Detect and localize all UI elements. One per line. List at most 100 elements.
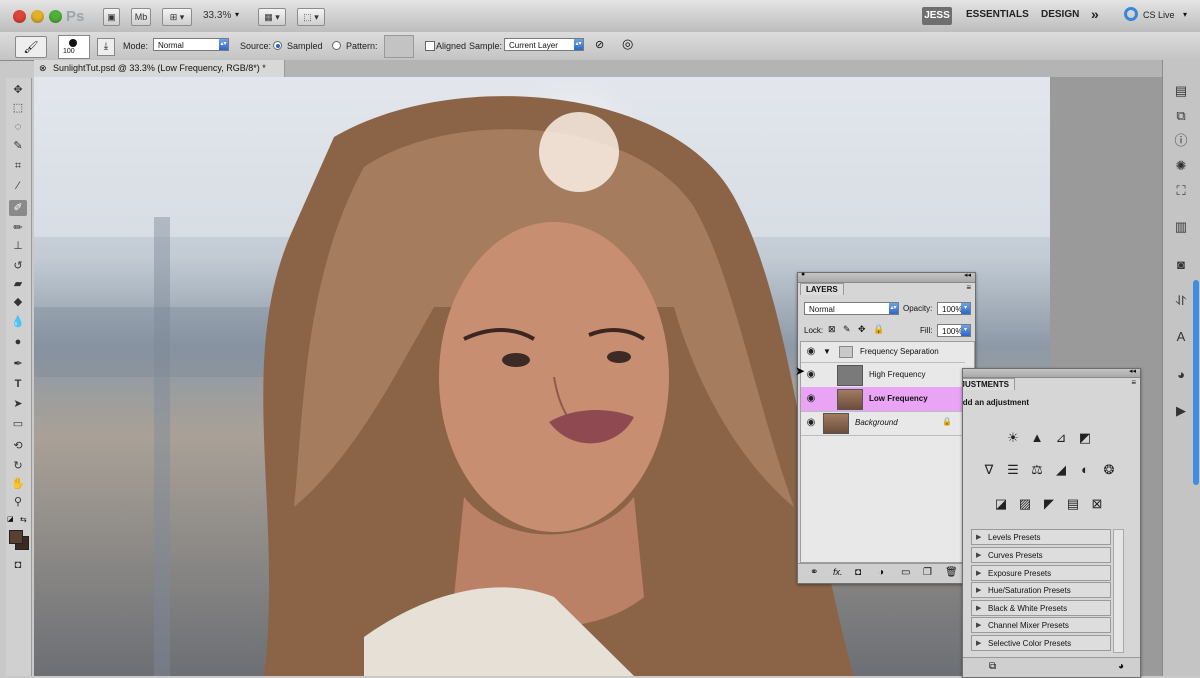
zoom-window-button[interactable] [49, 10, 62, 23]
minimize-window-button[interactable] [31, 10, 44, 23]
quick-mask-icon[interactable]: ◘ [9, 557, 27, 573]
navigator-panel-icon[interactable]: ⧉ [1172, 107, 1190, 125]
exposure-icon[interactable]: ◩ [1075, 429, 1095, 447]
workspace-essentials[interactable]: ESSENTIALS [966, 9, 1029, 20]
layer-row-group[interactable]: ◉ ▼ Frequency Separation [801, 342, 965, 363]
new-adjustment-layer-icon[interactable]: ◑ [878, 567, 884, 578]
cs-live-dropdown-icon[interactable]: ▾ [1183, 10, 1187, 19]
preset-row[interactable]: ▶ Levels Presets [971, 529, 1111, 545]
posterize-icon[interactable]: ▨ [1015, 495, 1035, 513]
quick-selection-tool-icon[interactable]: ✎ [9, 138, 27, 154]
info-panel-icon[interactable]: ⓘ [1172, 132, 1190, 150]
cs-live-label[interactable]: CS Live [1143, 10, 1175, 20]
fill-field[interactable]: 100% ▾ [937, 324, 971, 337]
presets-scrollbar[interactable] [1113, 529, 1124, 653]
more-workspaces-icon[interactable]: » [1091, 6, 1099, 22]
default-colors-icon[interactable]: ◪ [7, 515, 14, 523]
launch-bridge-icon[interactable]: ▣ [103, 8, 120, 26]
healing-brush-preset-icon[interactable]: 🖌 [15, 36, 47, 58]
brush-settings-icon[interactable]: ⤓ [97, 38, 115, 56]
preset-row[interactable]: ▶ Curves Presets [971, 547, 1111, 563]
color-panel-icon[interactable]: ✺ [1172, 157, 1190, 175]
selective-color-icon[interactable]: ⊠ [1087, 495, 1107, 513]
lock-image-icon[interactable]: ✎ [843, 324, 851, 335]
foreground-color-swatch[interactable] [9, 530, 23, 544]
sampled-radio[interactable] [273, 41, 282, 50]
screen-mode-icon[interactable]: ⬚ ▾ [297, 8, 325, 26]
photo-filter-icon[interactable]: ◐ [1075, 461, 1095, 479]
invert-icon[interactable]: ◪ [991, 495, 1011, 513]
brush-picker[interactable]: 100 [58, 35, 90, 59]
character-panel-icon[interactable]: A [1172, 328, 1190, 346]
channel-mixer-icon[interactable]: ❂ [1099, 461, 1119, 479]
blur-tool-icon[interactable]: 💧 [9, 314, 27, 330]
curves-icon[interactable]: ⊿ [1051, 429, 1071, 447]
sample-select[interactable]: Current Layer ▴▾ [504, 38, 584, 51]
layer-style-icon[interactable]: fx. [833, 567, 843, 577]
toggle-visibility-icon[interactable]: ◕ [1118, 661, 1124, 672]
layers-panel-titlebar[interactable]: ● ◂◂ [798, 271, 975, 283]
type-tool-icon[interactable]: T [9, 376, 27, 392]
new-group-icon[interactable]: ▭ [901, 567, 910, 578]
pattern-radio[interactable] [332, 41, 341, 50]
arrange-documents-icon[interactable]: ▦ ▾ [258, 8, 286, 26]
opacity-field[interactable]: 100% ▾ [937, 302, 971, 315]
add-mask-icon[interactable]: ◘ [855, 567, 861, 578]
masks-panel-icon[interactable]: ◙ [1172, 256, 1190, 274]
panel-menu-icon[interactable]: ≡ [1131, 378, 1136, 387]
zoom-tool-icon[interactable]: ⚲ [9, 494, 27, 510]
panel-menu-icon[interactable]: ≡ [966, 283, 971, 292]
clone-source-panel-icon[interactable]: ⥯ [1172, 292, 1190, 310]
mini-bridge-button[interactable]: Mb [131, 8, 151, 26]
close-panel-icon[interactable]: ● [801, 271, 805, 278]
clone-stamp-tool-icon[interactable]: ⊥ [9, 238, 27, 254]
delete-layer-icon[interactable]: 🗑 [945, 567, 958, 578]
visibility-eye-icon[interactable]: ◉ [803, 367, 819, 383]
animation-panel-icon[interactable]: ▶ [1172, 402, 1190, 420]
aligned-label[interactable]: Aligned [436, 41, 466, 51]
close-tab-icon[interactable]: ⊗ [39, 60, 47, 77]
pattern-label[interactable]: Pattern: [346, 41, 378, 51]
visibility-eye-icon[interactable]: ◉ [803, 344, 819, 360]
mode-select[interactable]: Normal ▴▾ [153, 38, 229, 51]
preset-row[interactable]: ▶ Exposure Presets [971, 565, 1111, 581]
preset-row[interactable]: ▶ Selective Color Presets [971, 635, 1111, 651]
path-selection-tool-icon[interactable]: ➤ [9, 396, 27, 412]
cs-live-icon[interactable] [1124, 7, 1138, 21]
dock-scrollbar[interactable] [1193, 280, 1199, 485]
hue-saturation-icon[interactable]: ☰ [1003, 461, 1023, 479]
layer-row-high-frequency[interactable]: ◉ High Frequency [801, 363, 965, 388]
preset-row[interactable]: ▶ Channel Mixer Presets [971, 617, 1111, 633]
visibility-eye-icon[interactable]: ◉ [803, 391, 819, 407]
eyedropper-tool-icon[interactable]: ⁄ [9, 178, 27, 194]
dodge-tool-icon[interactable]: ● [9, 334, 27, 350]
view-extras-icon[interactable]: ⊞ ▾ [162, 8, 192, 26]
3d-panel-icon[interactable]: ◕ [1172, 366, 1190, 384]
adjustments-tab[interactable]: ADJUSTMENTS [963, 378, 1016, 390]
clip-to-layer-icon[interactable]: ⧉ [989, 661, 996, 672]
paint-bucket-tool-icon[interactable]: ◆ [9, 294, 27, 310]
preset-row[interactable]: ▶ Black & White Presets [971, 600, 1111, 616]
swap-colors-icon[interactable]: ⇆ [20, 515, 27, 524]
3d-orbit-tool-icon[interactable]: ↻ [9, 458, 27, 474]
lock-position-icon[interactable]: ✥ [858, 324, 866, 335]
ignore-adjustment-layers-icon[interactable]: ⊘ [595, 38, 604, 51]
levels-icon[interactable]: ▲ [1027, 429, 1047, 447]
gradient-map-icon[interactable]: ▤ [1063, 495, 1083, 513]
expand-group-icon[interactable]: ▼ [823, 347, 831, 356]
lock-transparent-icon[interactable]: ⊠ [828, 324, 836, 335]
histogram-panel-icon[interactable]: ▤ [1172, 82, 1190, 100]
layers-tab[interactable]: LAYERS [800, 283, 844, 295]
layer-row-background[interactable]: ◉ Background 🔒 [801, 411, 965, 436]
3d-rotate-tool-icon[interactable]: ⟲ [9, 438, 27, 454]
workspace-design[interactable]: DESIGN [1041, 9, 1079, 20]
adjustments-panel-titlebar[interactable]: ◂◂ [963, 369, 1140, 378]
marquee-tool-icon[interactable]: ⬚ [9, 100, 27, 116]
lock-all-icon[interactable]: 🔒 [873, 324, 884, 335]
sampled-label[interactable]: Sampled [287, 41, 323, 51]
aligned-checkbox[interactable] [425, 41, 435, 51]
lasso-tool-icon[interactable]: ◌ [9, 119, 27, 135]
hand-tool-icon[interactable]: ✋ [9, 476, 27, 492]
workspace-jess[interactable]: JESS [922, 7, 952, 25]
actions-panel-icon[interactable]: ▥ [1172, 218, 1190, 236]
